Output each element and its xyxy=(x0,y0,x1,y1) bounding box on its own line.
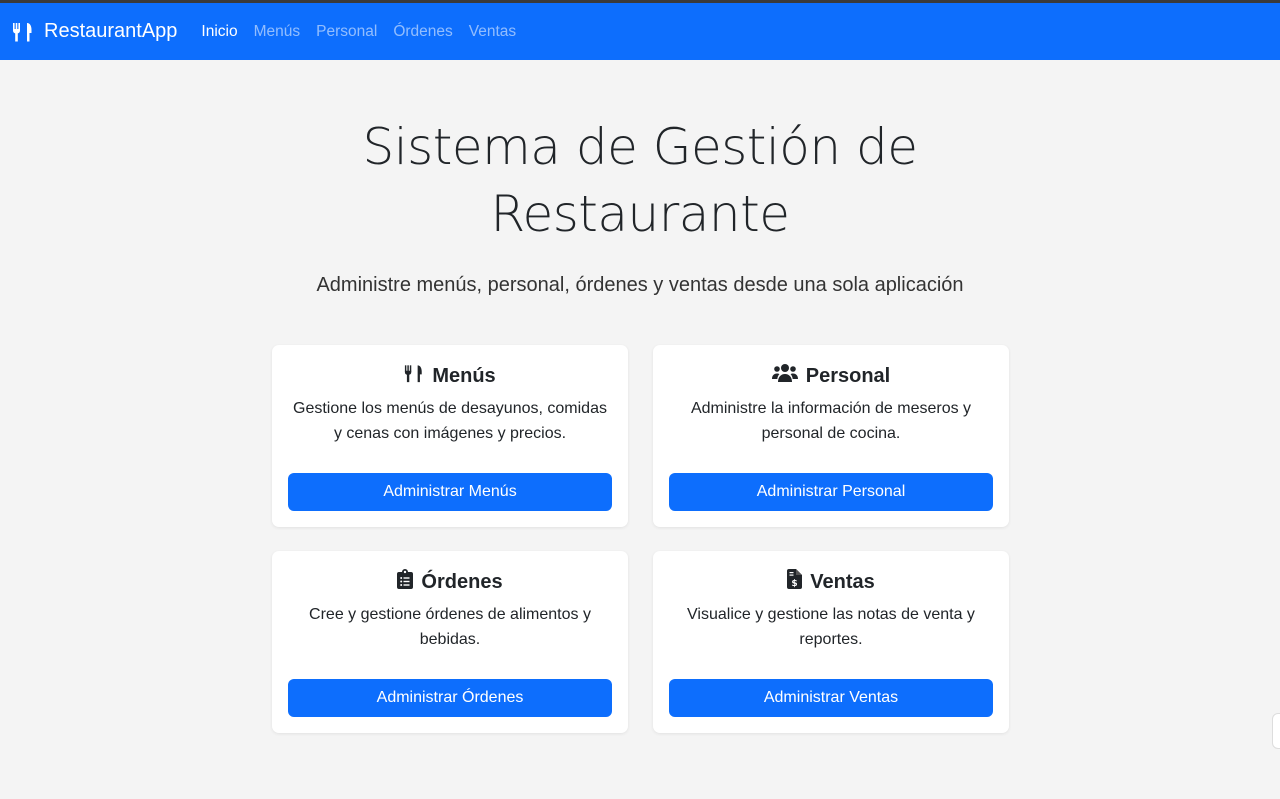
utensils-icon xyxy=(404,364,424,389)
card-title-text: Personal xyxy=(805,364,891,387)
card-description: Administre la información de meseros y p… xyxy=(690,400,972,442)
card-menus: Menús Gestione los menús de desayunos, c… xyxy=(272,345,628,527)
card-title-text: Órdenes xyxy=(421,570,503,593)
nav-link-menus[interactable]: Menús xyxy=(254,23,301,41)
card-title: Menús xyxy=(288,363,612,389)
card-title: Órdenes xyxy=(288,569,612,595)
manage-menus-button[interactable]: Administrar Menús xyxy=(288,473,612,511)
nav-link-ordenes[interactable]: Órdenes xyxy=(393,23,452,41)
nav-links: Inicio Menús Personal Órdenes Ventas xyxy=(201,23,532,41)
hero: Sistema de Gestión de Restaurante Admini… xyxy=(0,114,1280,297)
clipboard-list-icon xyxy=(397,569,414,595)
users-icon xyxy=(771,363,798,389)
card-title-text: Ventas xyxy=(810,570,875,593)
navbar: RestaurantApp Inicio Menús Personal Órde… xyxy=(0,3,1280,60)
card-personal: Personal Administre la información de me… xyxy=(653,345,1009,527)
nav-link-inicio[interactable]: Inicio xyxy=(201,23,237,41)
page-title: Sistema de Gestión de Restaurante xyxy=(362,118,918,243)
page-subtitle: Administre menús, personal, órdenes y ve… xyxy=(316,274,964,296)
nav-link-ventas[interactable]: Ventas xyxy=(469,23,516,41)
card-ventas: $ Ventas Visualice y gestione las notas … xyxy=(653,551,1009,733)
manage-personal-button[interactable]: Administrar Personal xyxy=(669,473,993,511)
side-tab-handle[interactable] xyxy=(1272,713,1280,749)
nav-link-personal[interactable]: Personal xyxy=(316,23,377,41)
card-description: Cree y gestione órdenes de alimentos y b… xyxy=(309,606,591,648)
brand-name: RestaurantApp xyxy=(44,20,178,42)
card-title: $ Ventas xyxy=(669,569,993,595)
manage-sales-button[interactable]: Administrar Ventas xyxy=(669,679,993,717)
card-title: Personal xyxy=(669,363,993,389)
card-description: Visualice y gestione las notas de venta … xyxy=(687,606,975,648)
module-cards: Menús Gestione los menús de desayunos, c… xyxy=(272,345,1009,733)
utensils-icon xyxy=(12,22,34,42)
brand-link[interactable]: RestaurantApp xyxy=(12,20,177,43)
card-title-text: Menús xyxy=(432,364,496,387)
manage-orders-button[interactable]: Administrar Órdenes xyxy=(288,679,612,717)
card-ordenes: Órdenes Cree y gestione órdenes de alime… xyxy=(272,551,628,733)
file-invoice-dollar-icon: $ xyxy=(787,569,803,595)
card-description: Gestione los menús de desayunos, comidas… xyxy=(293,400,607,442)
svg-text:$: $ xyxy=(792,579,798,589)
